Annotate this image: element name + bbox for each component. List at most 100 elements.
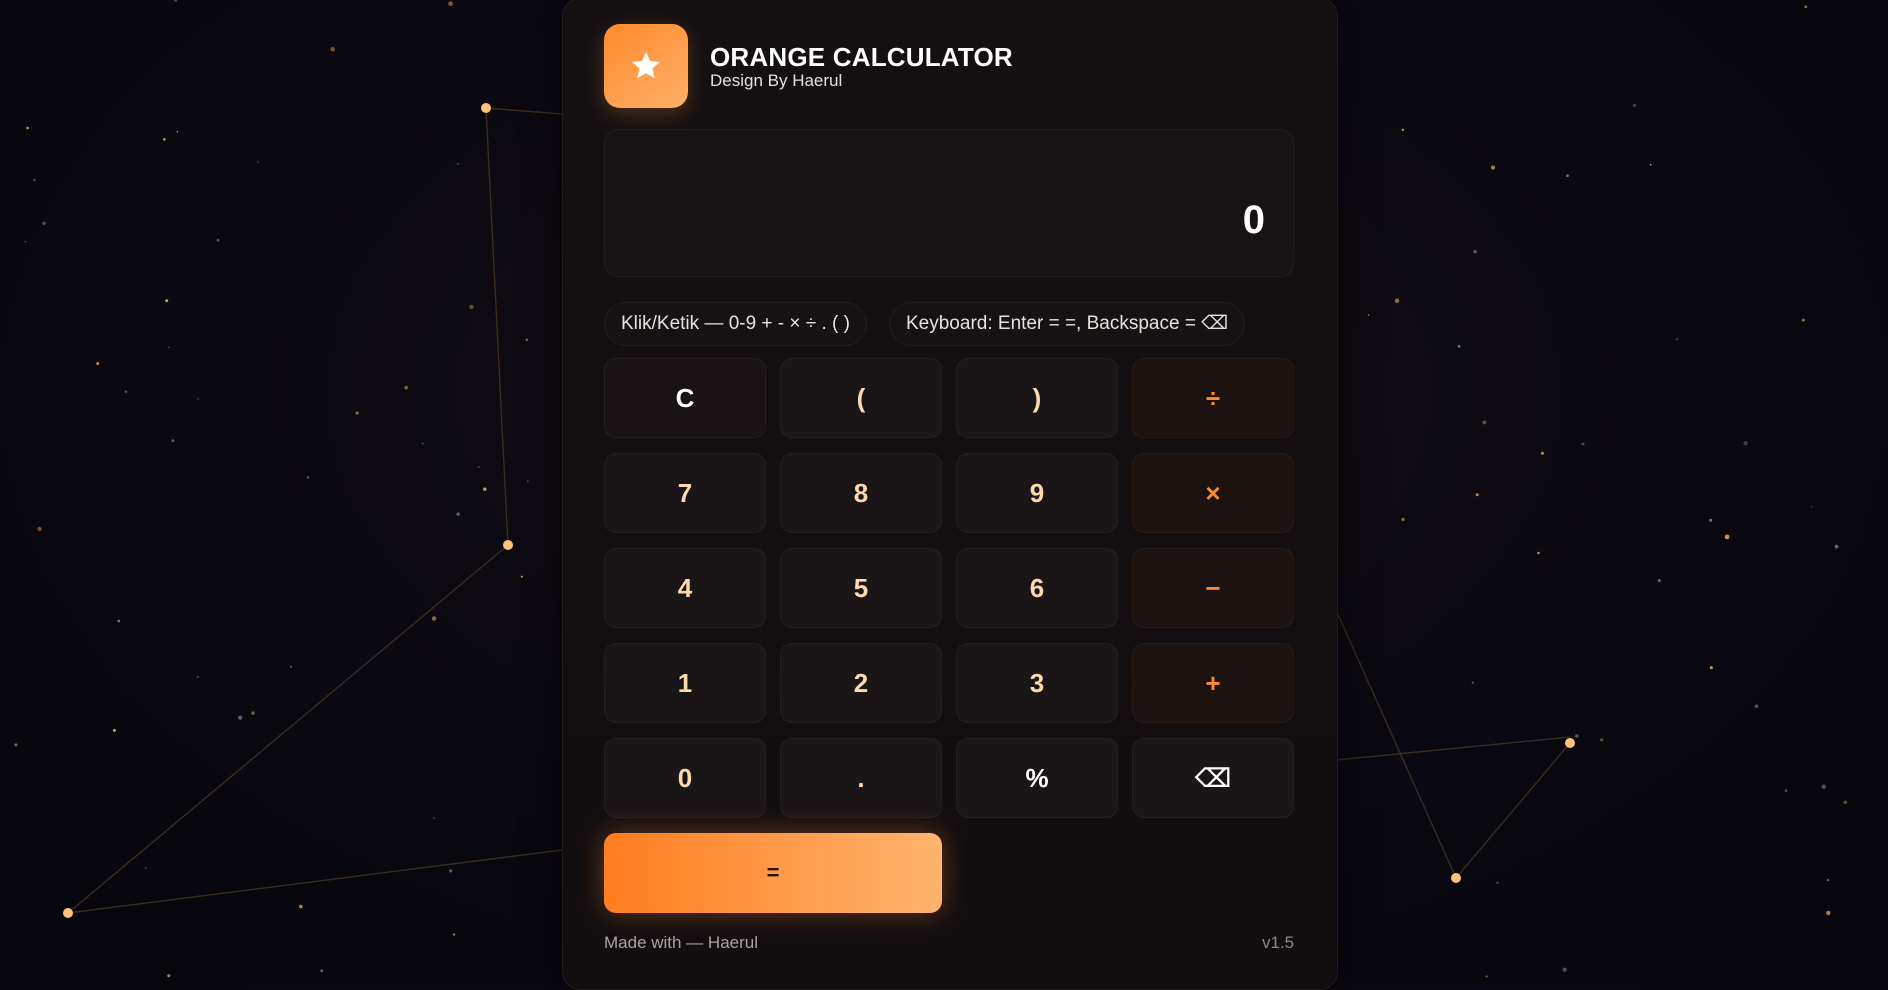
star <box>1801 318 1805 322</box>
constellation-line <box>1335 609 1457 879</box>
star <box>483 487 487 491</box>
star <box>1804 5 1808 9</box>
add-button[interactable]: + <box>1132 643 1294 723</box>
star <box>1826 878 1830 882</box>
divide-button[interactable]: ÷ <box>1132 358 1294 438</box>
star <box>124 390 128 393</box>
star <box>1471 681 1474 684</box>
app-header: ORANGE CALCULATOR Design By Haerul <box>604 24 1013 108</box>
star <box>1485 975 1488 978</box>
star <box>477 466 480 468</box>
constellation-node <box>503 540 513 550</box>
decimal-button[interactable]: . <box>780 738 942 818</box>
display-value: 0 <box>1242 198 1265 242</box>
star <box>251 711 255 715</box>
star <box>1566 174 1569 178</box>
star <box>1675 338 1679 341</box>
star <box>1826 910 1831 916</box>
star <box>1599 738 1604 742</box>
star <box>1754 704 1759 709</box>
star <box>257 161 259 163</box>
digit-5-button[interactable]: 5 <box>780 548 942 628</box>
constellation-line <box>485 107 509 546</box>
backspace-button[interactable]: ⌫ <box>1132 738 1294 818</box>
star <box>167 974 171 978</box>
star <box>306 476 310 479</box>
footer-credit: Made with — Haerul <box>604 933 759 952</box>
star <box>448 1 453 7</box>
star <box>1784 789 1788 793</box>
multiply-button[interactable]: × <box>1132 453 1294 533</box>
star <box>26 126 29 130</box>
star <box>24 240 27 243</box>
calculator-display: 0 <box>604 129 1294 277</box>
digit-8-button[interactable]: 8 <box>780 453 942 533</box>
keypad: C() ÷ 7 8 9 × 4 5 6− 1 2 3 +0.% ⌫ = <box>604 358 1294 913</box>
star <box>1482 420 1487 425</box>
star <box>163 138 166 141</box>
app-title: ORANGE CALCULATOR <box>710 41 1013 72</box>
star <box>196 397 200 400</box>
clear-button[interactable]: C <box>604 358 766 438</box>
subtract-button[interactable]: − <box>1132 548 1294 628</box>
star <box>171 439 175 443</box>
star <box>165 299 169 303</box>
star <box>289 665 293 668</box>
star <box>176 130 179 133</box>
star <box>42 221 46 225</box>
star <box>526 480 529 482</box>
star <box>452 933 456 936</box>
star <box>1540 451 1545 455</box>
constellation-node <box>1565 738 1575 748</box>
star <box>167 346 170 349</box>
star <box>1367 314 1370 316</box>
star <box>33 178 36 182</box>
digit-0-button[interactable]: 0 <box>604 738 766 818</box>
digit-7-button[interactable]: 7 <box>604 453 766 533</box>
close-paren-button[interactable]: ) <box>956 358 1118 438</box>
star <box>1473 249 1477 254</box>
digit-1-button[interactable]: 1 <box>604 643 766 723</box>
star <box>1724 534 1730 540</box>
open-paren-button[interactable]: ( <box>780 358 942 438</box>
star <box>144 866 147 869</box>
star <box>196 675 199 678</box>
percent-button[interactable]: % <box>956 738 1118 818</box>
constellation-line <box>1335 736 1571 761</box>
equals-button[interactable]: = <box>604 833 942 913</box>
digit-3-button[interactable]: 3 <box>956 643 1118 723</box>
star <box>431 616 437 621</box>
star <box>1581 442 1585 446</box>
constellation-line <box>1455 742 1571 879</box>
star <box>96 361 100 366</box>
star <box>1657 579 1661 583</box>
star <box>469 304 474 310</box>
star <box>299 904 303 909</box>
star <box>112 728 116 732</box>
star <box>1709 666 1713 670</box>
star <box>1632 103 1636 108</box>
star <box>456 162 459 165</box>
star <box>1821 784 1827 789</box>
digit-2-button[interactable]: 2 <box>780 643 942 723</box>
star <box>117 619 121 623</box>
version-label: v1.5 <box>1262 933 1295 952</box>
constellation-line <box>485 107 563 115</box>
star <box>1457 345 1461 348</box>
star <box>1401 517 1405 522</box>
app-subtitle: Design By Haerul <box>710 70 843 90</box>
star <box>520 575 523 578</box>
star <box>355 411 359 415</box>
star <box>37 526 42 532</box>
star <box>1649 163 1652 166</box>
constellation-node <box>63 908 73 918</box>
star <box>456 512 460 516</box>
star <box>1810 505 1813 508</box>
star <box>1743 441 1748 446</box>
star <box>1490 165 1496 170</box>
digit-6-button[interactable]: 6 <box>956 548 1118 628</box>
digit-9-button[interactable]: 9 <box>956 453 1118 533</box>
digit-4-button[interactable]: 4 <box>604 548 766 628</box>
star <box>330 47 336 52</box>
app-logo <box>604 24 688 108</box>
